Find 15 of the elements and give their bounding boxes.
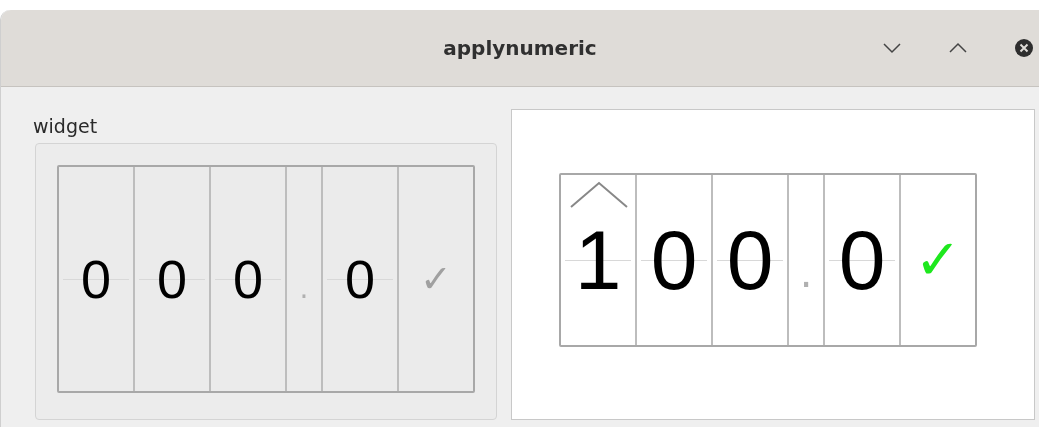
- digit[interactable]: 0: [232, 252, 263, 306]
- digit[interactable]: 0: [650, 217, 698, 302]
- window-title: applynumeric: [443, 36, 597, 60]
- digit[interactable]: 0: [344, 252, 375, 306]
- digit[interactable]: 0: [80, 252, 111, 306]
- chevron-up-icon: [949, 42, 967, 54]
- digit[interactable]: 0: [156, 252, 187, 306]
- decimal-point: .: [799, 252, 813, 293]
- digit[interactable]: 0: [838, 217, 886, 302]
- chevron-down-icon: [883, 42, 901, 54]
- close-icon: [1015, 39, 1033, 57]
- digit[interactable]: 1: [574, 217, 622, 302]
- group-label: widget: [33, 115, 99, 137]
- digit[interactable]: 0: [726, 217, 774, 302]
- decimal-point: .: [299, 275, 309, 303]
